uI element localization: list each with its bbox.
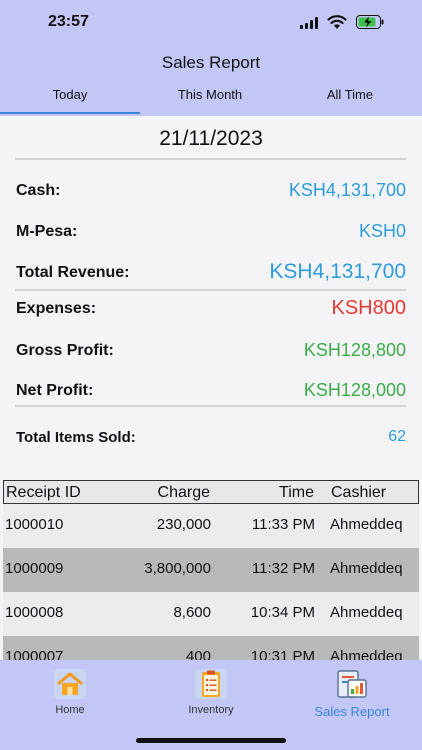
receipt-id: 1000010 (5, 516, 64, 533)
cash-label: Cash: (16, 182, 61, 199)
tab-this-month[interactable]: This Month (140, 87, 280, 102)
column-header-time: Time (279, 484, 314, 501)
tab-sales-report[interactable]: Sales Report (292, 668, 412, 719)
table-row[interactable]: 1000007 400 10:31 PM Ahmeddeq (3, 636, 419, 660)
receipt-time: 10:34 PM (250, 604, 315, 621)
divider (15, 158, 406, 160)
receipt-cashier: Ahmeddeq (330, 648, 403, 660)
tab-inventory[interactable]: Inventory (151, 668, 271, 716)
items-sold-value: 62 (388, 428, 406, 445)
tab-sales-report-label: Sales Report (314, 704, 390, 719)
wifi-icon (327, 15, 347, 29)
net-profit-value: KSH128,000 (303, 380, 406, 400)
net-profit-label: Net Profit: (16, 382, 94, 399)
receipt-cashier: Ahmeddeq (330, 560, 403, 577)
receipt-charge: 400 (185, 648, 211, 660)
divider (15, 289, 406, 291)
tab-selected-indicator (0, 112, 140, 114)
column-header-receipt-id: Receipt ID (6, 484, 81, 501)
tab-home[interactable]: Home (10, 668, 130, 716)
table-row[interactable]: 1000008 8,600 10:34 PM Ahmeddeq (3, 592, 419, 636)
divider (15, 405, 406, 407)
mpesa-value: KSH0 (358, 221, 406, 241)
bottom-tab-bar: Home Inventory Sales Report (0, 660, 422, 750)
signal-icon (300, 17, 320, 29)
home-indicator (136, 738, 286, 743)
report-date: 21/11/2023 (159, 127, 263, 150)
table-header: Receipt ID Charge Time Cashier (3, 480, 419, 504)
app-header: Sales Report Today This Month All Time (0, 44, 422, 116)
mpesa-label: M-Pesa: (16, 223, 78, 240)
table-row[interactable]: 1000009 3,800,000 11:32 PM Ahmeddeq (3, 548, 419, 592)
sales-report-icon (337, 670, 367, 698)
status-time: 23:57 (48, 13, 89, 30)
tab-home-label: Home (55, 704, 85, 716)
battery-charging-icon (356, 15, 384, 29)
clipboard-icon (195, 669, 227, 699)
status-bar: 23:57 (0, 0, 422, 44)
receipt-id: 1000008 (5, 604, 64, 621)
column-header-charge: Charge (157, 484, 210, 501)
items-sold-label: Total Items Sold: (16, 429, 136, 446)
gross-profit-value: KSH128,800 (303, 340, 406, 360)
receipt-id: 1000007 (5, 648, 64, 660)
cash-value: KSH4,131,700 (288, 180, 406, 200)
receipt-time: 11:32 PM (251, 560, 315, 577)
receipts-table: Receipt ID Charge Time Cashier 1000010 2… (3, 480, 419, 660)
column-header-cashier: Cashier (331, 484, 387, 501)
tab-today[interactable]: Today (0, 87, 140, 102)
receipt-time: 11:33 PM (251, 516, 315, 533)
receipt-time: 10:31 PM (250, 648, 315, 660)
expenses-label: Expenses: (16, 300, 97, 317)
gross-profit-label: Gross Profit: (16, 342, 114, 359)
table-row[interactable]: 1000010 230,000 11:33 PM Ahmeddeq (3, 504, 419, 548)
receipt-charge: 8,600 (173, 604, 211, 621)
tab-all-time[interactable]: All Time (280, 87, 420, 102)
receipt-cashier: Ahmeddeq (330, 516, 403, 533)
page-title: Sales Report (161, 53, 261, 72)
expenses-value: KSH800 (331, 297, 407, 319)
home-icon (54, 669, 86, 699)
receipt-charge: 3,800,000 (144, 560, 211, 577)
receipt-id: 1000009 (5, 560, 64, 577)
total-revenue-label: Total Revenue: (16, 264, 130, 281)
tab-inventory-label: Inventory (188, 704, 234, 716)
receipt-cashier: Ahmeddeq (330, 604, 403, 621)
total-revenue-value: KSH4,131,700 (269, 260, 406, 283)
receipt-charge: 230,000 (156, 516, 211, 533)
